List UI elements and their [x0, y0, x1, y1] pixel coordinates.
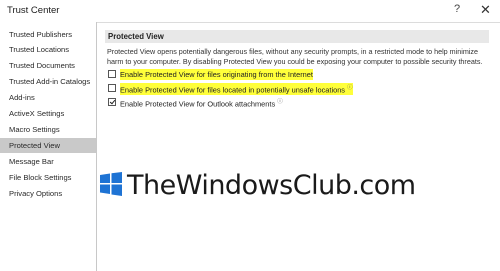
- sidebar-item-protected-view[interactable]: Protected View: [0, 138, 96, 153]
- help-button[interactable]: ?: [454, 3, 460, 15]
- unsafe-locations-checkbox[interactable]: [108, 84, 116, 92]
- sidebar-item-file-block-settings[interactable]: File Block Settings: [0, 170, 96, 185]
- watermark-text: TheWindowsClub.com: [127, 170, 416, 201]
- option-label-wrap: Enable Protected View for files located …: [120, 83, 353, 96]
- sidebar-item-trusted-publishers[interactable]: Trusted Publishers: [0, 27, 96, 42]
- section-title: Protected View: [105, 30, 489, 43]
- option-label-wrap: Enable Protected View for Outlook attach…: [120, 97, 283, 109]
- sidebar-item-macro-settings[interactable]: Macro Settings: [0, 122, 96, 137]
- sidebar-item-addins[interactable]: Add-ins: [0, 90, 96, 105]
- sidebar-item-activex-settings[interactable]: ActiveX Settings: [0, 106, 96, 121]
- option-label: Enable Protected View for files originat…: [120, 69, 313, 80]
- sidebar-item-privacy-options[interactable]: Privacy Options: [0, 186, 96, 201]
- main-panel: Protected View Protected View opens pote…: [97, 22, 500, 271]
- internet-files-checkbox[interactable]: [108, 70, 116, 78]
- window-title: Trust Center: [7, 5, 60, 16]
- option-label: Enable Protected View for Outlook attach…: [120, 99, 276, 109]
- sidebar-item-trusted-locations[interactable]: Trusted Locations: [0, 42, 96, 57]
- info-icon[interactable]: ⓘ: [277, 99, 283, 105]
- sidebar: Trusted Publishers Trusted Locations Tru…: [0, 22, 97, 271]
- sidebar-item-trusted-addin-catalogs[interactable]: Trusted Add-in Catalogs: [0, 74, 96, 89]
- title-bar: Trust Center ? ✕: [0, 0, 500, 23]
- section-description: Protected View opens potentially dangero…: [107, 47, 483, 66]
- info-icon[interactable]: ⓘ: [347, 85, 353, 91]
- outlook-attachments-checkbox[interactable]: [108, 98, 116, 106]
- windows-logo-icon: [100, 172, 122, 196]
- sidebar-item-message-bar[interactable]: Message Bar: [0, 154, 96, 169]
- close-button[interactable]: ✕: [480, 2, 491, 18]
- sidebar-item-trusted-documents[interactable]: Trusted Documents: [0, 58, 96, 73]
- option-label: Enable Protected View for files located …: [120, 85, 346, 95]
